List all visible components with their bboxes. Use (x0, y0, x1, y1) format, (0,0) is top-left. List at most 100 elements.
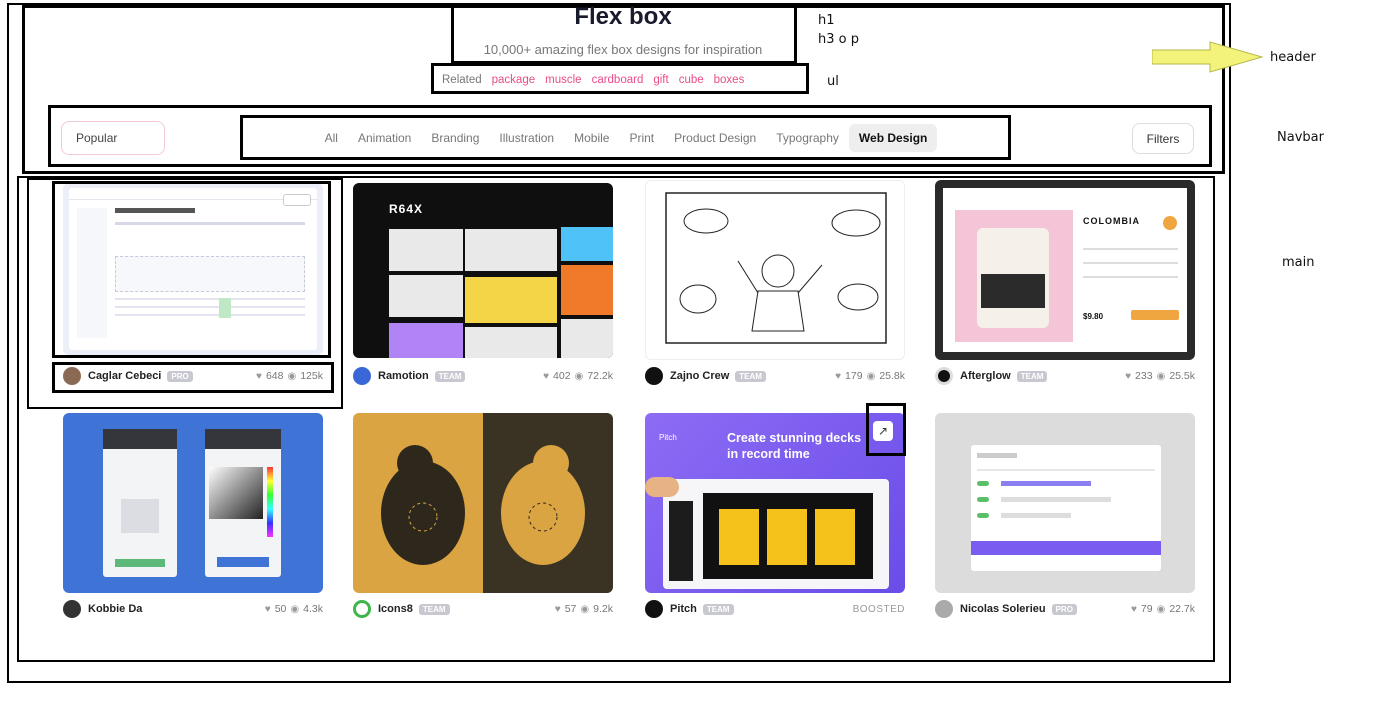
views-count: 9.2k (593, 603, 613, 615)
category-tabs: All Animation Branding Illustration Mobi… (243, 118, 1009, 158)
author-name[interactable]: Pitch (670, 603, 697, 615)
avatar[interactable] (63, 600, 81, 618)
shot-thumbnail-settings[interactable] (935, 413, 1195, 593)
avatar[interactable] (935, 367, 953, 385)
bear-illustration (381, 445, 585, 565)
boosted-label: BOOSTED (852, 603, 905, 615)
pro-badge: PRO (167, 370, 193, 382)
heart-icon[interactable]: ♥ (1131, 604, 1137, 615)
avatar[interactable] (63, 367, 81, 385)
likes-count: 233 (1135, 370, 1153, 382)
related-tag[interactable]: cardboard (592, 74, 644, 86)
author-name[interactable]: Icons8 (378, 603, 413, 615)
eye-icon: ◉ (287, 370, 297, 382)
avatar[interactable] (353, 367, 371, 385)
shot-meta: Pitch TEAM BOOSTED (645, 599, 905, 619)
tab-mobile[interactable]: Mobile (564, 124, 619, 152)
shot-meta: Afterglow TEAM ♥ 233 ◉ 25.5k (935, 366, 1195, 386)
shot-stats: ♥ 233 ◉ 25.5k (1125, 370, 1195, 382)
views-count: 22.7k (1169, 603, 1195, 615)
sort-dropdown[interactable]: Popular (61, 121, 165, 155)
external-link-outline-box (866, 403, 906, 456)
shot-stats: ♥ 179 ◉ 25.8k (835, 370, 905, 382)
shot-stats: ♥ 50 ◉ 4.3k (265, 603, 323, 615)
likes-count: 402 (553, 370, 571, 382)
heart-icon[interactable]: ♥ (265, 604, 271, 615)
author-name[interactable]: Zajno Crew (670, 370, 729, 382)
avatar[interactable] (645, 600, 663, 618)
likes-count: 648 (265, 370, 284, 382)
annotation-navbar: Navbar (1277, 130, 1324, 145)
pitch-headline-2: in record time (727, 447, 810, 461)
shot-thumbnail-coffee[interactable]: COLOMBIA $9.80 (935, 180, 1195, 360)
annotation-h1: h1 (818, 13, 835, 28)
views-count: 25.5k (1169, 370, 1195, 382)
heart-icon[interactable]: ♥ (543, 371, 549, 382)
tab-animation[interactable]: Animation (348, 124, 421, 152)
product-price: $9.80 (1083, 312, 1104, 321)
heart-icon[interactable]: ♥ (1125, 371, 1131, 382)
sketch-illustration (665, 192, 887, 344)
tab-all[interactable]: All (315, 124, 348, 152)
views-count: 25.8k (879, 370, 905, 382)
annotation-h3: h3 o p (818, 32, 859, 47)
product-name: COLOMBIA (1083, 216, 1140, 226)
likes-count: 57 (564, 603, 577, 615)
related-tags: Related package muscle cardboard gift cu… (436, 67, 750, 93)
r64x-logo: R64X (389, 202, 424, 216)
shot-stats: ♥ 402 ◉ 72.2k (543, 370, 613, 382)
shot-stats: ♥ 79 ◉ 22.7k (1131, 603, 1195, 615)
avatar[interactable] (645, 367, 663, 385)
team-badge: TEAM (735, 370, 766, 382)
eye-icon: ◉ (1156, 370, 1166, 382)
likes-count: 50 (274, 603, 287, 615)
related-tag[interactable]: boxes (714, 74, 745, 86)
tab-illustration[interactable]: Illustration (489, 124, 564, 152)
filters-button[interactable]: Filters (1132, 123, 1194, 154)
team-badge: TEAM (1016, 370, 1048, 382)
author-name[interactable]: Kobbie Da (88, 603, 142, 615)
author-name[interactable]: Caglar Cebeci (88, 370, 161, 382)
views-count: 4.3k (303, 603, 323, 615)
eye-icon: ◉ (290, 603, 300, 615)
shot-thumbnail-blue-ui[interactable] (63, 413, 323, 593)
tab-typography[interactable]: Typography (766, 124, 849, 152)
annotation-main: main (1282, 255, 1315, 270)
related-tag[interactable]: gift (653, 74, 668, 86)
related-tag[interactable]: cube (679, 74, 704, 86)
heart-icon[interactable]: ♥ (835, 371, 841, 382)
author-name[interactable]: Afterglow (960, 370, 1011, 382)
team-badge: TEAM (418, 603, 450, 615)
eye-icon: ◉ (580, 603, 590, 615)
avatar[interactable] (353, 600, 371, 618)
author-name[interactable]: Nicolas Solerieu (960, 603, 1046, 615)
page-subtitle: 10,000+ amazing flex box designs for ins… (483, 42, 763, 57)
shot-meta: Icons8 TEAM ♥ 57 ◉ 9.2k (353, 599, 613, 619)
tab-product-design[interactable]: Product Design (664, 124, 766, 152)
heart-icon[interactable]: ♥ (555, 604, 561, 615)
avatar[interactable] (935, 600, 953, 618)
heart-icon[interactable]: ♥ (256, 371, 262, 382)
shot-thumbnail-bears[interactable] (353, 413, 613, 593)
thumbnail-outline-box (52, 181, 331, 358)
related-tag[interactable]: muscle (545, 74, 581, 86)
likes-count: 179 (845, 370, 863, 382)
tab-print[interactable]: Print (619, 124, 664, 152)
shot-stats: ♥ 648 ◉ 125k (256, 370, 323, 382)
shot-meta: Zajno Crew TEAM ♥ 179 ◉ 25.8k (645, 366, 905, 386)
author-name[interactable]: Ramotion (378, 370, 429, 382)
eye-icon: ◉ (1156, 603, 1166, 615)
pitch-brand: Pitch (659, 433, 677, 442)
team-badge: TEAM (702, 603, 734, 615)
views-count: 125k (300, 370, 323, 382)
eye-icon: ◉ (866, 370, 876, 382)
eye-icon: ◉ (574, 370, 584, 382)
arrow-icon (1152, 41, 1264, 73)
tab-branding[interactable]: Branding (421, 124, 489, 152)
related-label: Related (442, 74, 482, 86)
tab-web-design[interactable]: Web Design (848, 124, 938, 152)
shot-thumbnail-r64x[interactable]: R64X (353, 183, 613, 358)
shot-thumbnail-sketch[interactable] (645, 180, 905, 360)
related-tag[interactable]: package (492, 74, 535, 86)
shot-meta: Kobbie Da ♥ 50 ◉ 4.3k (63, 599, 323, 619)
